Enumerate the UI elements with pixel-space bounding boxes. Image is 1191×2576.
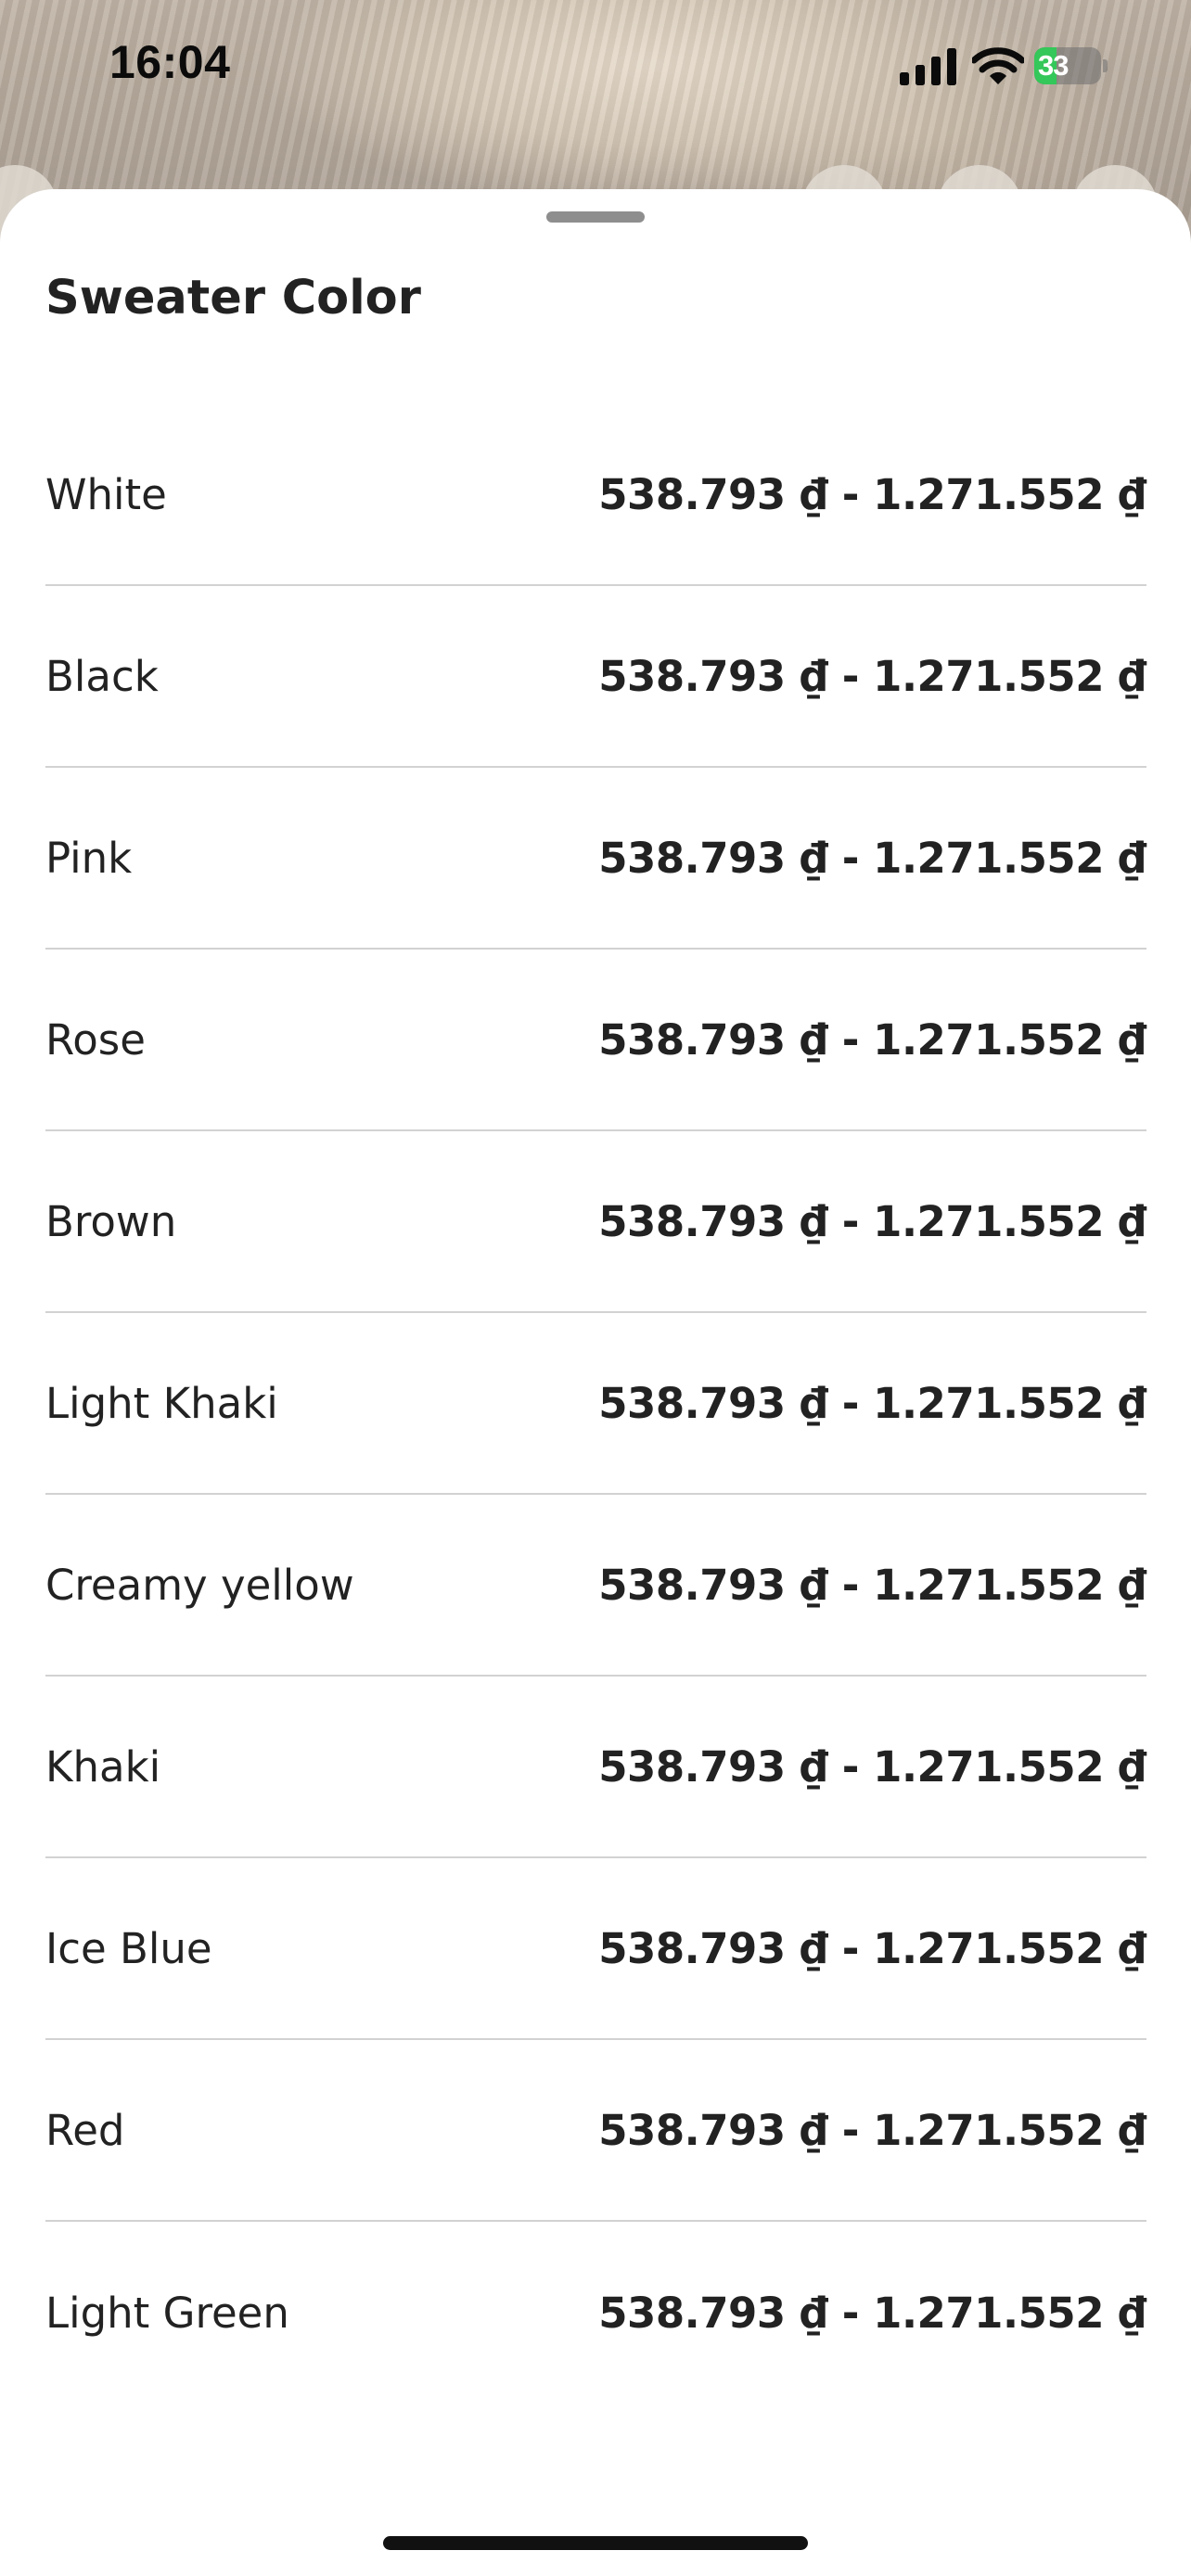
option-price: 538.793 ₫ - 1.271.552 ₫ xyxy=(598,1560,1146,1610)
sweater-color-sheet: Sweater Color White 538.793 ₫ - 1.271.55… xyxy=(0,189,1191,2576)
color-option-red[interactable]: Red 538.793 ₫ - 1.271.552 ₫ xyxy=(45,2040,1146,2222)
battery-cap xyxy=(1103,59,1108,72)
status-time: 16:04 xyxy=(109,36,231,88)
color-option-creamy-yellow[interactable]: Creamy yellow 538.793 ₫ - 1.271.552 ₫ xyxy=(45,1495,1146,1677)
option-price: 538.793 ₫ - 1.271.552 ₫ xyxy=(598,833,1146,883)
option-price: 538.793 ₫ - 1.271.552 ₫ xyxy=(598,2288,1146,2338)
battery-level: 33 xyxy=(1038,49,1069,82)
status-bar: 16:04 33 xyxy=(0,0,1191,139)
color-option-rose[interactable]: Rose 538.793 ₫ - 1.271.552 ₫ xyxy=(45,950,1146,1131)
sheet-title: Sweater Color xyxy=(45,271,421,325)
color-option-khaki[interactable]: Khaki 538.793 ₫ - 1.271.552 ₫ xyxy=(45,1677,1146,1858)
option-price: 538.793 ₫ - 1.271.552 ₫ xyxy=(598,1741,1146,1792)
color-option-list: White 538.793 ₫ - 1.271.552 ₫ Black 538.… xyxy=(45,404,1146,2404)
option-price: 538.793 ₫ - 1.271.552 ₫ xyxy=(598,651,1146,701)
color-option-brown[interactable]: Brown 538.793 ₫ - 1.271.552 ₫ xyxy=(45,1131,1146,1313)
option-name: Ice Blue xyxy=(45,1923,212,1973)
color-option-white[interactable]: White 538.793 ₫ - 1.271.552 ₫ xyxy=(45,404,1146,586)
sheet-grabber[interactable] xyxy=(546,211,645,223)
option-price: 538.793 ₫ - 1.271.552 ₫ xyxy=(598,1923,1146,1973)
option-name: Red xyxy=(45,2105,125,2155)
color-option-light-khaki[interactable]: Light Khaki 538.793 ₫ - 1.271.552 ₫ xyxy=(45,1313,1146,1495)
color-option-ice-blue[interactable]: Ice Blue 538.793 ₫ - 1.271.552 ₫ xyxy=(45,1858,1146,2040)
option-name: White xyxy=(45,469,167,519)
battery-body: 33 xyxy=(1034,47,1101,84)
option-price: 538.793 ₫ - 1.271.552 ₫ xyxy=(598,469,1146,519)
option-name: Khaki xyxy=(45,1741,161,1792)
option-price: 538.793 ₫ - 1.271.552 ₫ xyxy=(598,1014,1146,1065)
option-name: Pink xyxy=(45,833,133,883)
option-price: 538.793 ₫ - 1.271.552 ₫ xyxy=(598,2105,1146,2155)
color-option-pink[interactable]: Pink 538.793 ₫ - 1.271.552 ₫ xyxy=(45,768,1146,950)
option-price: 538.793 ₫ - 1.271.552 ₫ xyxy=(598,1378,1146,1428)
option-price: 538.793 ₫ - 1.271.552 ₫ xyxy=(598,1196,1146,1246)
color-option-light-green[interactable]: Light Green 538.793 ₫ - 1.271.552 ₫ xyxy=(45,2222,1146,2404)
option-name: Light Khaki xyxy=(45,1378,278,1428)
signal-icon xyxy=(900,48,956,85)
battery-icon: 33 xyxy=(1034,47,1108,84)
wifi-icon xyxy=(972,47,1024,84)
option-name: Brown xyxy=(45,1196,177,1246)
home-indicator[interactable] xyxy=(383,2536,808,2550)
color-option-black[interactable]: Black 538.793 ₫ - 1.271.552 ₫ xyxy=(45,586,1146,768)
option-name: Rose xyxy=(45,1014,146,1065)
option-name: Creamy yellow xyxy=(45,1560,354,1610)
option-name: Light Green xyxy=(45,2288,289,2338)
option-name: Black xyxy=(45,651,159,701)
